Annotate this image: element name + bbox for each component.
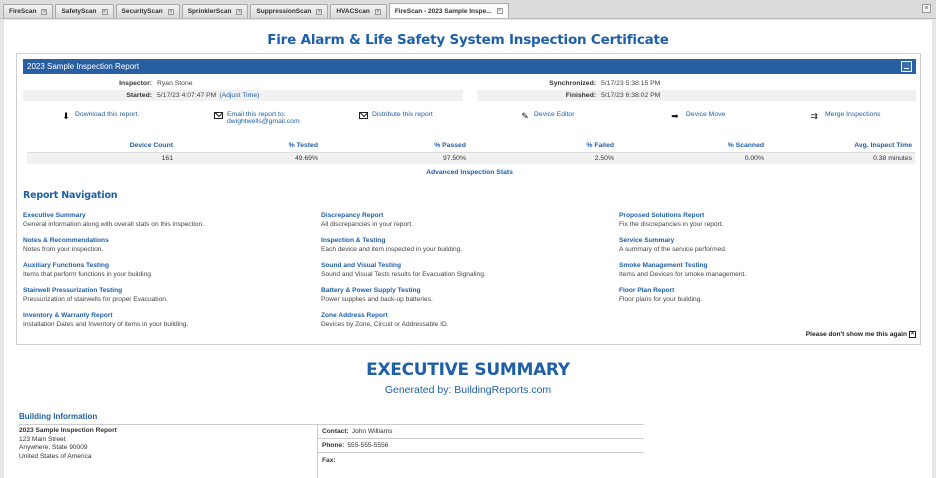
- nav-item-stairwell-pressurization[interactable]: Stairwell Pressurization Testing Pressuri…: [23, 286, 283, 304]
- minimize-icon[interactable]: [901, 61, 912, 72]
- started-row: Started: 5/17/23 4:07:47 PM (Adjust Time…: [23, 90, 463, 101]
- envelope-icon: [214, 112, 223, 119]
- close-icon[interactable]: ×: [909, 331, 916, 338]
- nav-item-sound-visual[interactable]: Sound and Visual Testing Sound and Visual…: [321, 261, 581, 279]
- pencil-icon: ✎: [521, 111, 529, 121]
- email-address: dwightwells@gmail.com: [227, 118, 300, 125]
- nav-item-floor-plan[interactable]: Floor Plan Report Floor plans for your bu…: [619, 286, 879, 304]
- started-value: 5/17/23 4:07:47 PM: [157, 92, 217, 99]
- nav-item-zone-address[interactable]: Zone Address Report Devices by Zone, Circ…: [321, 311, 581, 329]
- contact-row: Contact: John Williams: [318, 425, 644, 439]
- synchronized-row: Synchronized: 5/17/23 5:38:15 PM: [549, 80, 661, 87]
- dont-show-again[interactable]: Please don't show me this again ×: [806, 331, 916, 338]
- nav-item-smoke-management[interactable]: Smoke Management Testing Items and Device…: [619, 261, 879, 279]
- nav-item-battery-power[interactable]: Battery & Power Supply Testing Power supp…: [321, 286, 581, 304]
- tab-safetyscan[interactable]: SafetyScan ×: [55, 4, 114, 18]
- finished-row: Finished: 5/17/23 6:38:02 PM: [477, 90, 916, 101]
- download-report-link[interactable]: ⬇ Download this report.: [61, 111, 139, 121]
- inspector-row: Inspector: Ryan Stone: [119, 80, 193, 87]
- report-navigation-title: Report Navigation: [23, 190, 118, 201]
- executive-summary-title: EXECUTIVE SUMMARY: [366, 360, 570, 380]
- nav-item-inspection-testing[interactable]: Inspection & Testing Each device and item…: [321, 236, 581, 254]
- tab-firescan[interactable]: FireScan ×: [3, 4, 54, 18]
- building-contact: Contact: John Williams Phone: 555-555-5556…: [317, 425, 644, 478]
- nav-item-service-summary[interactable]: Service Summary A summary of the service …: [619, 236, 879, 254]
- close-tab-icon[interactable]: ×: [101, 8, 108, 15]
- merge-arrows-icon: ⇉: [810, 111, 818, 121]
- close-tab-icon[interactable]: ×: [41, 8, 48, 15]
- panel-header: 2023 Sample Inspection Report: [23, 59, 916, 74]
- nav-item-auxiliary-functions[interactable]: Auxiliary Functions Testing Items that pe…: [23, 261, 283, 279]
- close-tab-icon[interactable]: ×: [316, 8, 323, 15]
- merge-inspections-link[interactable]: ⇉ Merge Inspections: [807, 111, 880, 121]
- fax-row: Fax:: [322, 456, 336, 464]
- close-window-icon[interactable]: ×: [922, 4, 931, 13]
- building-information: 2023 Sample Inspection Report 123 Main S…: [19, 424, 644, 478]
- generated-by: Generated by: BuildingReports.com: [384, 384, 552, 396]
- tab-hvacscan[interactable]: HVACScan ×: [330, 4, 387, 18]
- nav-item-discrepancy-report[interactable]: Discrepancy Report All discrepancies in y…: [321, 211, 581, 229]
- tab-sprinklerscan[interactable]: SprinklerScan ×: [181, 4, 249, 18]
- phone-row: Phone: 555-555-5556: [318, 439, 644, 453]
- curved-arrow-icon: ➥: [671, 111, 679, 121]
- nav-item-proposed-solutions[interactable]: Proposed Solutions Report Fix the discrep…: [619, 211, 879, 229]
- email-report-link[interactable]: Email this report to: dwightwells@gmail.c…: [214, 111, 300, 125]
- inspector-value: Ryan Stone: [157, 80, 193, 87]
- adjust-time-link[interactable]: (Adjust Time): [219, 92, 259, 99]
- nav-item-executive-summary[interactable]: Executive Summary General information alo…: [23, 211, 283, 229]
- building-information-title: Building Information: [19, 412, 98, 421]
- finished-value: 5/17/23 6:38:02 PM: [601, 92, 661, 99]
- close-tab-icon[interactable]: ×: [496, 8, 503, 14]
- envelope-icon: [359, 112, 368, 119]
- table-row: 161 49.69% 97.50% 2.50% 0.00% 0.38 minut…: [27, 152, 915, 164]
- certificate-title: Fire Alarm & Life Safety System Inspecti…: [267, 32, 669, 48]
- distribute-report-link[interactable]: Distribute this report: [359, 111, 433, 119]
- tab-suppressionscan[interactable]: SuppressionScan ×: [250, 4, 329, 18]
- download-arrow-icon: ⬇: [62, 111, 70, 121]
- advanced-stats-link[interactable]: Advanced Inspection Stats: [426, 169, 513, 176]
- device-move-link[interactable]: ➥ Device Move: [668, 111, 725, 121]
- synchronized-value: 5/17/23 5:38:15 PM: [601, 80, 661, 87]
- tab-firescan-report[interactable]: FireScan - 2023 Sample Inspe... ×: [388, 3, 509, 18]
- device-editor-link[interactable]: ✎ Device Editor: [520, 111, 574, 121]
- tab-securityscan[interactable]: SecurityScan ×: [115, 4, 180, 18]
- inspection-stats-table: Device Count % Tested % Passed % Failed …: [27, 140, 915, 164]
- close-tab-icon[interactable]: ×: [374, 8, 381, 15]
- close-tab-icon[interactable]: ×: [167, 8, 174, 15]
- inspection-report-panel: 2023 Sample Inspection Report Inspector:…: [16, 53, 921, 345]
- browser-tab-strip: FireScan × SafetyScan × SecurityScan × Spri…: [0, 0, 936, 19]
- nav-item-inventory-warranty[interactable]: Inventory & Warranty Report Installation …: [23, 311, 283, 329]
- nav-item-notes-recommendations[interactable]: Notes & Recommendations Notes from your i…: [23, 236, 283, 254]
- report-page: Fire Alarm & Life Safety System Inspecti…: [4, 20, 932, 478]
- close-tab-icon[interactable]: ×: [236, 8, 243, 15]
- building-address: 2023 Sample Inspection Report 123 Main S…: [19, 427, 117, 460]
